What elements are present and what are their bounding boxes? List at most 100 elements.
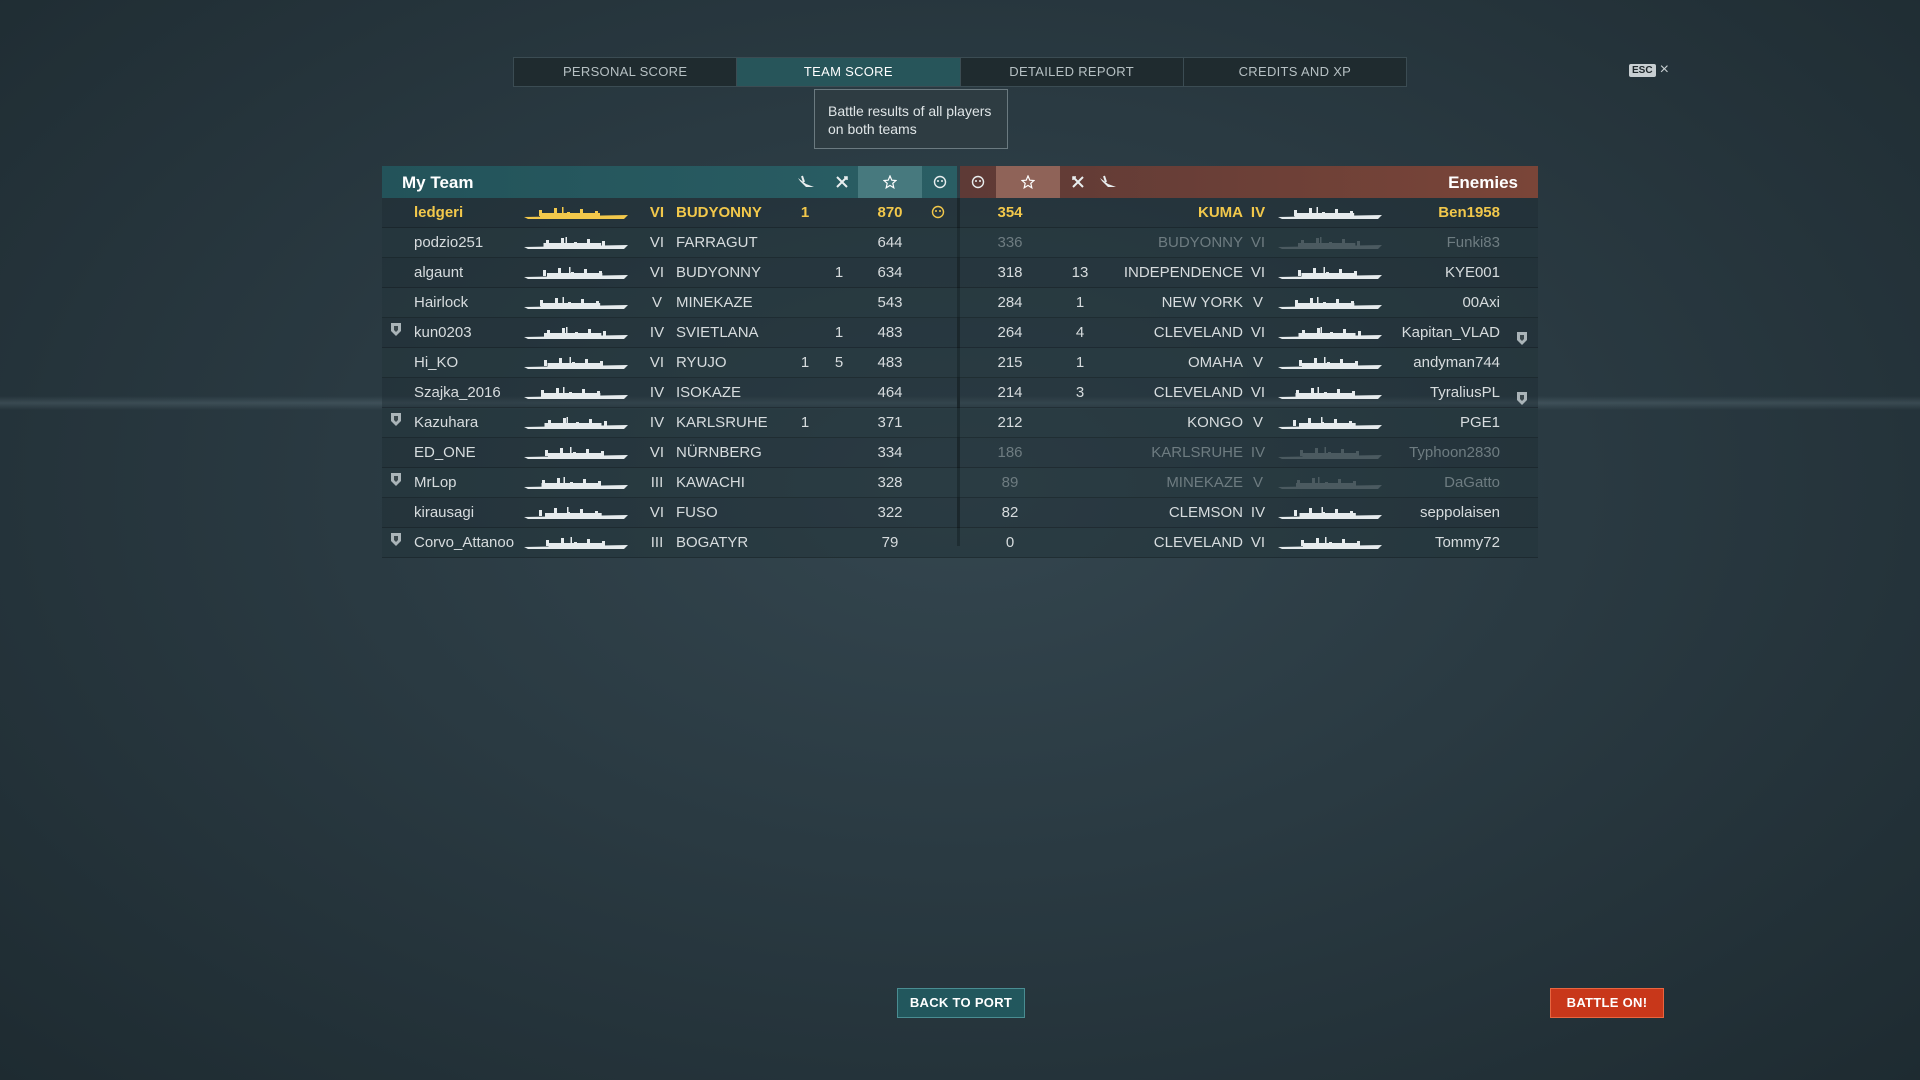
ship-name: MINEKAZE (676, 294, 753, 311)
enemy-ship-name: CLEVELAND (1153, 534, 1243, 551)
table-row: MrLop III KAWACHI 328 89 MINEKAZE V DaGatto (382, 468, 1538, 498)
player-score: 483 (877, 324, 903, 341)
player-name[interactable]: Hi_KO (414, 348, 458, 377)
aircraft-icon (792, 166, 820, 198)
player-name[interactable]: podzio251 (414, 228, 483, 257)
enemy-ship-tier: V (1252, 474, 1263, 491)
table-row: Corvo_Attanoo III BOGATYR 79 0 CLEVELAND VI Tom… (382, 528, 1538, 558)
enemy-ship-name: INDEPENDENCE (1123, 264, 1243, 281)
battle-on-button[interactable]: BATTLE ON! (1550, 988, 1664, 1018)
tab-personal-score[interactable]: PERSONAL SCORE (514, 58, 738, 86)
player-name[interactable]: ED_ONE (414, 438, 476, 467)
table-row: Hairlock V MINEKAZE 543 284 1 NEW YORK V 00Axi (382, 288, 1538, 318)
back-to-port-button[interactable]: BACK TO PORT (897, 988, 1025, 1018)
tab-team-score[interactable]: TEAM SCORE (737, 58, 961, 86)
player-score: 371 (877, 414, 903, 431)
enemy-player-name[interactable]: Tommy72 (1435, 528, 1500, 557)
ship-name: BUDYONNY (676, 264, 762, 281)
division-badge-icon (1516, 327, 1528, 345)
enemy-player-name[interactable]: andyman744 (1413, 348, 1500, 377)
table-row: ledgeri VI BUDYONNY 1 870 354 KUMA IV Ben1958 (382, 198, 1538, 228)
ship-tier: IV (649, 384, 665, 401)
aircraft-count: 1 (800, 414, 810, 431)
enemy-player-name[interactable]: seppolaisen (1420, 498, 1500, 527)
enemy-player-name[interactable]: Funki83 (1447, 228, 1500, 257)
table-row: ED_ONE VI NÜRNBERG 334 186 KARLSRUHE IV Typhoon… (382, 438, 1538, 468)
enemy-ship-tier: V (1252, 354, 1263, 371)
enemy-player-name[interactable]: TyraliusPL (1430, 378, 1500, 407)
enemy-score: 284 (997, 294, 1023, 311)
enemy-kills-count: 1 (1075, 354, 1085, 371)
ship-name: SVIETLANA (676, 324, 759, 341)
enemy-player-name[interactable]: Kapitan_VLAD (1402, 318, 1500, 347)
player-score: 870 (877, 204, 903, 221)
division-badge-icon (390, 468, 402, 486)
enemy-player-name[interactable]: Typhoon2830 (1409, 438, 1500, 467)
kills-count: 1 (834, 324, 844, 341)
player-name[interactable]: Corvo_Attanoo (414, 528, 514, 557)
ship-name: FARRAGUT (676, 234, 758, 251)
enemy-ship-name: OMAHA (1187, 354, 1243, 371)
enemy-kills-count: 4 (1075, 324, 1085, 341)
enemy-ship-name: KONGO (1187, 414, 1243, 431)
status-icon (960, 166, 996, 198)
enemy-ship-name: KUMA (1198, 204, 1243, 221)
ship-tier: VI (649, 504, 665, 521)
player-name[interactable]: Hairlock (414, 288, 468, 317)
enemy-score: 336 (997, 234, 1023, 251)
player-score: 543 (877, 294, 903, 311)
aircraft-count: 1 (800, 204, 810, 221)
enemy-ship-tier: VI (1250, 264, 1266, 281)
enemies-header: Enemies (960, 166, 1538, 198)
player-name[interactable]: kirausagi (414, 498, 474, 527)
enemy-player-name[interactable]: DaGatto (1444, 468, 1500, 497)
player-score: 644 (877, 234, 903, 251)
tab-credits-and-xp[interactable]: CREDITS AND XP (1184, 58, 1406, 86)
ship-tier: VI (649, 264, 665, 281)
enemy-player-name[interactable]: PGE1 (1460, 408, 1500, 437)
tab-tooltip: Battle results of all players on both te… (814, 89, 1008, 149)
enemy-ship-tier: V (1252, 294, 1263, 311)
player-name[interactable]: MrLop (414, 468, 457, 497)
enemies-title: Enemies (1448, 173, 1518, 192)
self-marker-icon (931, 198, 945, 219)
tab-detailed-report[interactable]: DETAILED REPORT (961, 58, 1184, 86)
table-row: Kazuhara IV KARLSRUHE 1 371 212 KONGO V PGE1 (382, 408, 1538, 438)
enemy-ship-tier: V (1252, 414, 1263, 431)
enemy-player-name[interactable]: KYE001 (1445, 258, 1500, 287)
player-name[interactable]: algaunt (414, 258, 463, 287)
table-row: kirausagi VI FUSO 322 82 CLEMSON IV seppolaisen (382, 498, 1538, 528)
player-score: 634 (877, 264, 903, 281)
ship-name: FUSO (676, 504, 718, 521)
ship-tier: IV (649, 324, 665, 341)
ship-tier: VI (649, 234, 665, 251)
ship-name: BOGATYR (676, 534, 749, 551)
enemy-score: 186 (997, 444, 1023, 461)
enemy-kills-count: 13 (1071, 264, 1089, 281)
player-score: 483 (877, 354, 903, 371)
enemy-player-name[interactable]: 00Axi (1462, 288, 1500, 317)
division-badge-icon (390, 318, 402, 336)
player-name[interactable]: ledgeri (414, 198, 463, 227)
ship-name: BUDYONNY (676, 204, 762, 221)
close-button[interactable]: ESC × (1629, 62, 1669, 78)
enemy-score: 215 (997, 354, 1023, 371)
enemy-score: 0 (1005, 534, 1015, 551)
player-score: 79 (881, 534, 899, 551)
player-name[interactable]: Szajka_2016 (414, 378, 501, 407)
table-row: podzio251 VI FARRAGUT 644 336 BUDYONNY VI Funki… (382, 228, 1538, 258)
aircraft-count: 1 (800, 354, 810, 371)
player-name[interactable]: kun0203 (414, 318, 472, 347)
enemy-score: 212 (997, 414, 1023, 431)
player-score: 328 (877, 474, 903, 491)
player-rows: ledgeri VI BUDYONNY 1 870 354 KUMA IV Ben1958 pod… (382, 198, 1538, 558)
player-name[interactable]: Kazuhara (414, 408, 478, 437)
status-icon (922, 166, 957, 198)
table-row: Hi_KO VI RYUJO 1 5 483 215 1 OMAHA Vandyman744 (382, 348, 1538, 378)
ship-tier: V (651, 294, 662, 311)
enemy-player-name[interactable]: Ben1958 (1438, 198, 1500, 227)
enemy-ship-name: CLEMSON (1168, 504, 1243, 521)
enemy-ship-name: BUDYONNY (1157, 234, 1243, 251)
close-icon: × (1659, 61, 1669, 78)
enemy-ship-name: CLEVELAND (1153, 324, 1243, 341)
